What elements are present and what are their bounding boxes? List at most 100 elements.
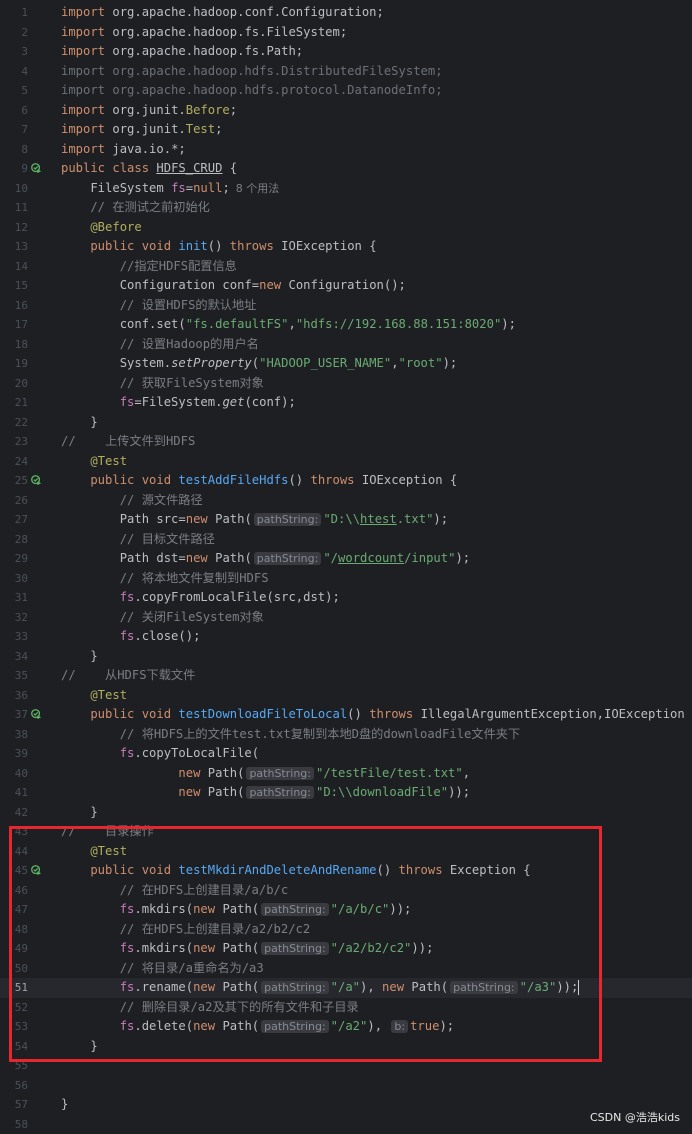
code-line[interactable]: 22 } xyxy=(0,413,692,433)
code-text: } xyxy=(61,803,98,823)
line-number: 15 xyxy=(0,276,28,296)
code-text: // 在测试之前初始化 xyxy=(61,198,210,218)
parameter-hint: pathString: xyxy=(246,786,314,799)
run-test-icon[interactable] xyxy=(31,163,42,174)
code-line[interactable]: 17 conf.set("fs.defaultFS","hdfs://192.1… xyxy=(0,315,692,335)
code-token: new xyxy=(61,766,208,780)
code-line[interactable]: 31 fs.copyFromLocalFile(src,dst); xyxy=(0,588,692,608)
code-line[interactable]: 36 @Test xyxy=(0,686,692,706)
line-number: 3 xyxy=(0,42,28,62)
code-token: @Test xyxy=(61,454,127,468)
code-text: // 从HDFS下载文件 xyxy=(61,666,195,686)
line-number: 32 xyxy=(0,608,28,628)
code-line[interactable]: 27 Path src=new Path(pathString:"D:\\hte… xyxy=(0,510,692,530)
code-line[interactable]: 29 Path dst=new Path(pathString:"/wordco… xyxy=(0,549,692,569)
code-text: // 设置Hadoop的用户名 xyxy=(61,335,259,355)
code-text: Configuration conf=new Configuration(); xyxy=(61,276,406,296)
code-text: import org.junit.Test; xyxy=(61,120,222,140)
code-line[interactable]: 8import java.io.*; xyxy=(0,140,692,160)
code-token: HDFS_CRUD xyxy=(156,161,222,175)
line-number: 30 xyxy=(0,569,28,589)
code-line[interactable]: 13 public void init() throws IOException… xyxy=(0,237,692,257)
code-line[interactable]: 12 @Before xyxy=(0,218,692,238)
code-token: import xyxy=(61,5,112,19)
code-line[interactable]: 33 fs.close(); xyxy=(0,627,692,647)
line-number: 26 xyxy=(0,491,28,511)
code-line[interactable]: 3import org.apache.hadoop.fs.Path; xyxy=(0,42,692,62)
code-line[interactable]: 40 new Path(pathString:"/testFile/test.t… xyxy=(0,764,692,784)
code-line[interactable]: 4import org.apache.hadoop.hdfs.Distribut… xyxy=(0,62,692,82)
code-token: ); xyxy=(501,317,516,331)
code-line[interactable]: 9public class HDFS_CRUD { xyxy=(0,159,692,179)
code-line[interactable]: 6 import org.junit.Before; xyxy=(0,101,692,121)
code-line[interactable]: 41 new Path(pathString:"D:\\downloadFile… xyxy=(0,783,692,803)
code-token: import xyxy=(61,142,112,156)
run-test-icon[interactable] xyxy=(31,709,42,720)
code-text: import org.apache.hadoop.conf.Configurat… xyxy=(61,3,384,23)
code-line[interactable]: 56 xyxy=(0,1076,692,1096)
code-token: fs xyxy=(61,395,134,409)
code-line[interactable]: 1 import org.apache.hadoop.conf.Configura… xyxy=(0,3,692,23)
code-line[interactable]: 5import org.apache.hadoop.hdfs.protocol.… xyxy=(0,81,692,101)
line-number: 34 xyxy=(0,647,28,667)
code-editor[interactable]: 1 import org.apache.hadoop.conf.Configura… xyxy=(0,0,692,1132)
code-token: public void xyxy=(61,707,178,721)
code-text: //指定HDFS配置信息 xyxy=(61,257,237,277)
code-line[interactable]: 16 // 设置HDFS的默认地址 xyxy=(0,296,692,316)
code-token: org.junit. xyxy=(112,122,185,136)
code-token: import xyxy=(61,103,112,117)
code-line[interactable]: 34 } xyxy=(0,647,692,667)
code-line[interactable]: 7import org.junit.Test; xyxy=(0,120,692,140)
line-number: 29 xyxy=(0,549,28,569)
code-token: .copyToLocalFile( xyxy=(134,746,259,760)
code-line[interactable]: 19 System.setProperty("HADOOP_USER_NAME"… xyxy=(0,354,692,374)
run-test-icon[interactable] xyxy=(31,475,42,486)
code-line[interactable]: 38 // 将HDFS上的文件test.txt复制到本地D盘的downloadF… xyxy=(0,725,692,745)
code-line[interactable]: 32 // 关闭FileSystem对象 xyxy=(0,608,692,628)
code-text: FileSystem fs=null;8 个用法 xyxy=(61,179,279,199)
code-token: () xyxy=(288,473,310,487)
code-token: "fs.defaultFS" xyxy=(186,317,289,331)
code-line[interactable]: 23// 上传文件到HDFS xyxy=(0,432,692,452)
code-line[interactable]: 18 // 设置Hadoop的用户名 xyxy=(0,335,692,355)
code-line[interactable]: 37 public void testDownloadFileToLocal()… xyxy=(0,705,692,725)
code-token: throws xyxy=(310,473,361,487)
code-line[interactable]: 28 // 目标文件路径 xyxy=(0,530,692,550)
code-text: @Test xyxy=(61,686,127,706)
code-token: public class xyxy=(61,161,156,175)
code-line[interactable]: 25 public void testAddFileHdfs() throws … xyxy=(0,471,692,491)
code-line[interactable]: 11 // 在测试之前初始化 xyxy=(0,198,692,218)
code-token: ; xyxy=(222,181,229,195)
code-text: public void init() throws IOException { xyxy=(61,237,377,257)
line-number: 6 xyxy=(0,101,28,121)
code-token: // 设置Hadoop的用户名 xyxy=(61,337,259,351)
code-token: // 上传文件到HDFS xyxy=(61,434,195,448)
code-line[interactable]: 14 //指定HDFS配置信息 xyxy=(0,257,692,277)
code-line[interactable]: 39 fs.copyToLocalFile( xyxy=(0,744,692,764)
code-token: import org.apache.hadoop.hdfs.Distribute… xyxy=(61,64,443,78)
code-token: conf.set( xyxy=(61,317,186,331)
code-line[interactable]: 10 FileSystem fs=null;8 个用法 xyxy=(0,179,692,199)
code-line[interactable]: 58 xyxy=(0,1115,692,1134)
code-line[interactable]: 35// 从HDFS下载文件 xyxy=(0,666,692,686)
code-text: import org.junit.Before; xyxy=(61,101,237,121)
code-line[interactable]: 26 // 源文件路径 xyxy=(0,491,692,511)
code-text: fs=FileSystem.get(conf); xyxy=(61,393,296,413)
code-line[interactable]: 21 fs=FileSystem.get(conf); xyxy=(0,393,692,413)
code-token: ; xyxy=(230,103,237,117)
code-line[interactable]: 20 // 获取FileSystem对象 xyxy=(0,374,692,394)
line-number: 57 xyxy=(0,1095,28,1115)
code-line[interactable]: 15 Configuration conf=new Configuration(… xyxy=(0,276,692,296)
code-line[interactable]: 42 } xyxy=(0,803,692,823)
code-line[interactable]: 30 // 将本地文件复制到HDFS xyxy=(0,569,692,589)
code-line[interactable]: 2import org.apache.hadoop.fs.FileSystem; xyxy=(0,23,692,43)
line-number: 1 xyxy=(0,3,28,23)
line-number: 9 xyxy=(0,159,28,179)
code-token: new xyxy=(186,551,215,565)
line-number: 27 xyxy=(0,510,28,530)
code-token: testAddFileHdfs xyxy=(178,473,288,487)
code-text: // 将本地文件复制到HDFS xyxy=(61,569,269,589)
code-line[interactable]: 57} xyxy=(0,1095,692,1115)
code-line[interactable]: 24 @Test xyxy=(0,452,692,472)
code-token: IOException { xyxy=(362,473,457,487)
